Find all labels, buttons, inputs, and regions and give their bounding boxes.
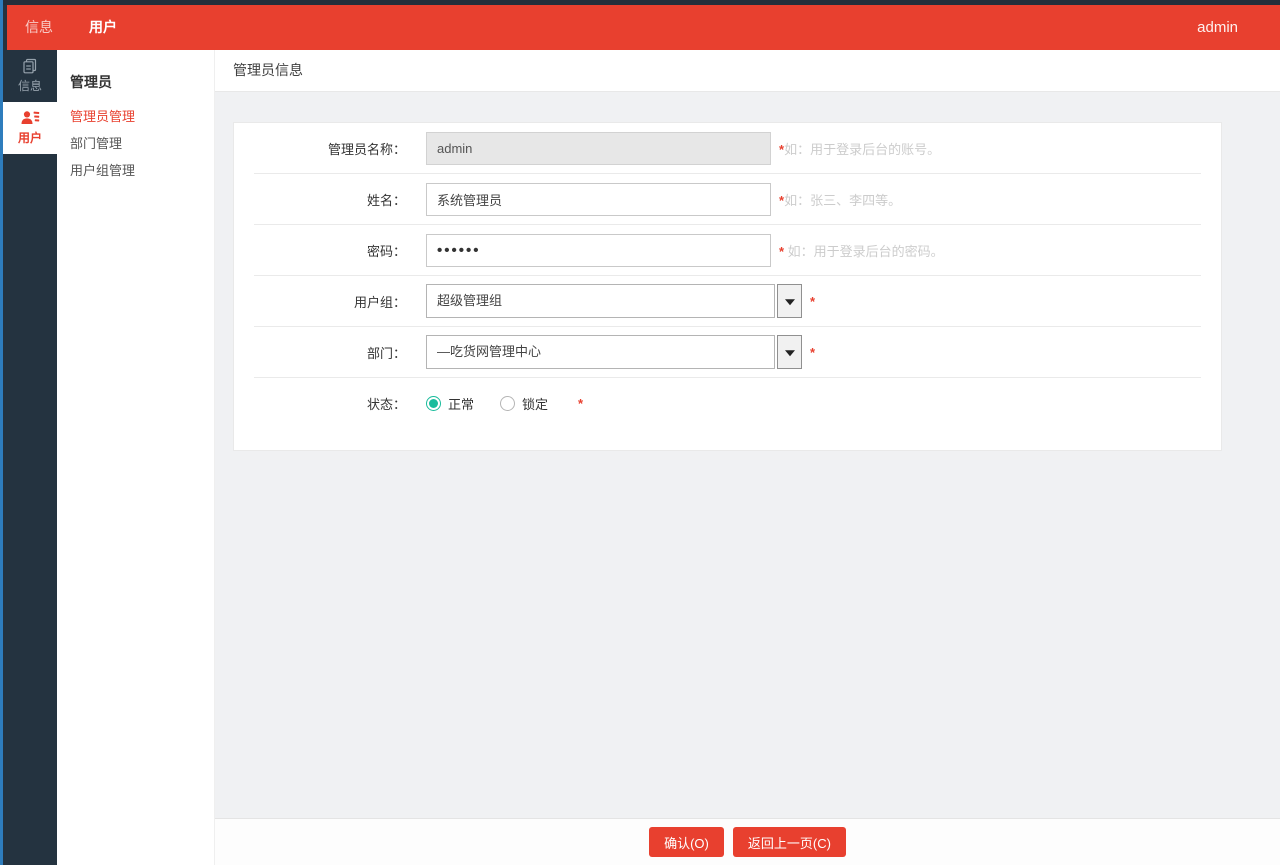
password-input[interactable]	[426, 234, 771, 267]
department-selected-option: —吃货网管理中心	[426, 335, 775, 369]
admin-name-hint: *如：用于登录后台的账号。	[779, 139, 940, 158]
form-action-bar: 确认(O) 返回上一页(C)	[215, 818, 1280, 865]
required-asterisk: *	[810, 294, 815, 309]
admin-name-input[interactable]	[426, 132, 771, 165]
top-navbar: 信息 用户 admin	[7, 5, 1280, 50]
dropdown-arrow-icon[interactable]	[777, 284, 802, 318]
admin-info-form: 管理员名称： *如：用于登录后台的账号。 姓名： *如：张三、李四等。 密码： …	[233, 122, 1222, 451]
radio-label-normal[interactable]: 正常	[448, 394, 474, 413]
status-label: 状态：	[234, 394, 406, 413]
password-hint: * 如：用于登录后台的密码。	[779, 241, 944, 260]
confirm-button[interactable]: 确认(O)	[649, 827, 724, 857]
user-icon	[21, 110, 40, 126]
radio-status-normal[interactable]	[426, 396, 441, 411]
radio-dot	[429, 399, 438, 408]
page-title: 管理员信息	[215, 50, 1280, 92]
nav-tab-users[interactable]: 用户	[71, 5, 135, 50]
form-row-status: 状态： 正常 锁定 *	[234, 378, 1221, 428]
main-content: 管理员信息 管理员名称： *如：用于登录后台的账号。 姓名： *如：张三、李四等…	[215, 50, 1280, 865]
required-asterisk: *	[578, 396, 583, 411]
dropdown-arrow-icon[interactable]	[777, 335, 802, 369]
user-group-selected-option: 超级管理组	[426, 284, 775, 318]
name-label: 姓名：	[234, 190, 406, 209]
radio-status-locked[interactable]	[500, 396, 515, 411]
hint-text: 如：用于登录后台的密码。	[784, 244, 944, 259]
form-row-department: 部门： —吃货网管理中心 *	[234, 327, 1221, 377]
user-group-select[interactable]: 超级管理组	[426, 284, 802, 318]
sidebar-item-label: 用户	[18, 129, 42, 146]
secondary-sidebar: 管理员 管理员管理 部门管理 用户组管理	[57, 50, 215, 865]
user-group-label: 用户组：	[234, 292, 406, 311]
icon-sidebar: 信息 用户	[3, 5, 57, 865]
submenu-item-department-management[interactable]: 部门管理	[70, 137, 214, 151]
radio-label-locked[interactable]: 锁定	[522, 394, 548, 413]
window-top-edge	[0, 0, 1280, 5]
hint-text: 如：用于登录后台的账号。	[784, 142, 940, 157]
content-body: 管理员名称： *如：用于登录后台的账号。 姓名： *如：张三、李四等。 密码： …	[215, 92, 1280, 818]
documents-icon	[22, 58, 38, 74]
department-select[interactable]: —吃货网管理中心	[426, 335, 802, 369]
submenu-item-usergroup-management[interactable]: 用户组管理	[70, 164, 214, 178]
password-label: 密码：	[234, 241, 406, 260]
admin-name-label: 管理员名称：	[234, 139, 406, 158]
sidebar-item-users[interactable]: 用户	[3, 102, 57, 154]
nav-tab-messages[interactable]: 信息	[7, 5, 71, 50]
logged-in-username[interactable]: admin	[1197, 19, 1238, 36]
form-row-admin-name: 管理员名称： *如：用于登录后台的账号。	[234, 123, 1221, 173]
required-asterisk: *	[810, 345, 815, 360]
form-row-password: 密码： * 如：用于登录后台的密码。	[234, 225, 1221, 275]
hint-text: 如：张三、李四等。	[784, 193, 901, 208]
form-row-name: 姓名： *如：张三、李四等。	[234, 174, 1221, 224]
department-label: 部门：	[234, 343, 406, 362]
status-radio-group: 正常 锁定 *	[426, 394, 583, 413]
sidebar-item-messages[interactable]: 信息	[3, 50, 57, 102]
submenu-item-admin-management[interactable]: 管理员管理	[70, 110, 214, 124]
submenu-heading: 管理员	[70, 72, 214, 92]
name-hint: *如：张三、李四等。	[779, 190, 901, 209]
name-input[interactable]	[426, 183, 771, 216]
sidebar-item-label: 信息	[18, 77, 42, 94]
back-button[interactable]: 返回上一页(C)	[733, 827, 846, 857]
window-left-edge	[0, 0, 3, 865]
form-row-user-group: 用户组： 超级管理组 *	[234, 276, 1221, 326]
